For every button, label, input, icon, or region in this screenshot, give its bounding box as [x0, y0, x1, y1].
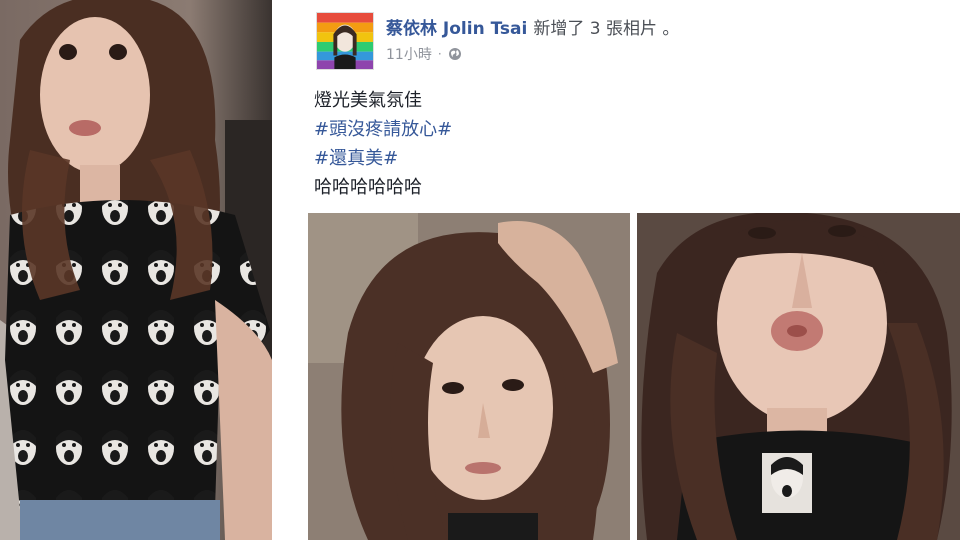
hashtag-link[interactable]: #還真美#: [314, 144, 452, 173]
post-meta: 11小時 ·: [386, 44, 462, 64]
hashtag-link[interactable]: #頭沒疼請放心#: [314, 115, 452, 144]
post-header: 蔡依林 Jolin Tsai 新增了 3 張相片 。: [386, 14, 679, 39]
facebook-post: 蔡依林 Jolin Tsai 新增了 3 張相片 。 11小時 · 燈光美氣氛佳 …: [280, 0, 960, 540]
post-action-text: 新增了 3 張相片 。: [533, 19, 680, 39]
photo-gap: [272, 0, 280, 540]
timestamp-link[interactable]: 11小時: [386, 44, 432, 64]
post-photo[interactable]: [308, 213, 630, 540]
post-photo[interactable]: [637, 213, 960, 540]
globe-icon[interactable]: [448, 47, 462, 61]
author-name-link[interactable]: 蔡依林 Jolin Tsai: [386, 19, 527, 39]
meta-separator: ·: [437, 47, 442, 61]
profile-avatar[interactable]: [316, 12, 374, 70]
status-line: 哈哈哈哈哈哈: [314, 177, 422, 198]
post-status-text: 燈光美氣氛佳 #頭沒疼請放心# #還真美# 哈哈哈哈哈哈: [314, 86, 452, 202]
left-selfie-photo[interactable]: [0, 0, 272, 540]
status-line: 燈光美氣氛佳: [314, 90, 422, 111]
